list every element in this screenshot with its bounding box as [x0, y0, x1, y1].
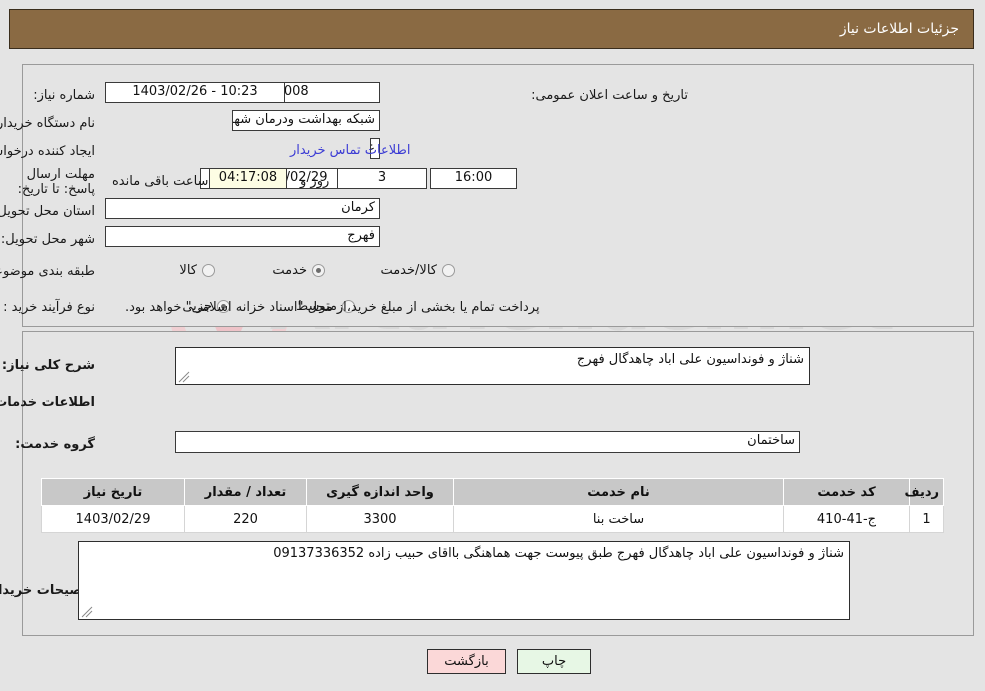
buyer-notes-value: شناژ و فونداسیون علی اباد چاهدگال فهرج ط…: [273, 546, 844, 561]
td-quantity: 220: [184, 505, 307, 533]
announce-datetime-value: 1403/02/26 - 10:23: [105, 82, 285, 103]
countdown-label: ساعت باقی مانده: [112, 174, 209, 189]
buyer-org-label: نام دستگاه خریدار:: [0, 116, 95, 131]
back-button[interactable]: بازگشت: [427, 649, 506, 674]
remaining-days-label: روز و: [300, 174, 330, 189]
td-unit: 3300: [306, 505, 454, 533]
general-desc-value: شناژ و فونداسیون علی اباد چاهدگال فهرج: [576, 352, 804, 367]
td-date: 1403/02/29: [41, 505, 185, 533]
resize-grip-icon[interactable]: [178, 371, 190, 383]
buyer-notes-textarea[interactable]: شناژ و فونداسیون علی اباد چاهدگال فهرج ط…: [78, 541, 850, 620]
resize-grip-icon-notes[interactable]: [81, 606, 93, 618]
city-value: فهرج: [105, 226, 380, 247]
general-desc-textarea[interactable]: شناژ و فونداسیون علی اباد چاهدگال فهرج: [175, 347, 810, 385]
need-summary-panel: [22, 64, 974, 327]
page-header: جزئیات اطلاعات نیاز: [9, 9, 974, 49]
table-header-row: ردیف کد خدمت نام خدمت واحد اندازه گیری ت…: [41, 478, 944, 506]
td-code: ج-41-410: [783, 505, 910, 533]
td-row: 1: [909, 505, 944, 533]
radio-dot-kala[interactable]: [202, 264, 215, 277]
service-group-value: ساختمان: [175, 431, 800, 453]
announce-datetime-label: تاریخ و ساعت اعلان عمومی:: [531, 88, 688, 103]
page-title: جزئیات اطلاعات نیاز: [839, 21, 959, 37]
radio-category-khedmat[interactable]: خدمت: [272, 263, 325, 278]
th-code: کد خدمت: [783, 478, 910, 506]
service-group-label: گروه خدمت:: [15, 437, 95, 452]
deadline-label: مهلت ارسال پاسخ: تا تاریخ:: [17, 167, 95, 197]
services-heading: اطلاعات خدمات مورد نیاز: [0, 395, 95, 410]
radio-label-khedmat: خدمت: [272, 263, 307, 278]
service-items-table-wrap: ردیف کد خدمت نام خدمت واحد اندازه گیری ت…: [41, 478, 944, 533]
general-desc-label: شرح کلی نیاز:: [1, 358, 95, 373]
th-name: نام خدمت: [453, 478, 784, 506]
province-value: کرمان: [105, 198, 380, 219]
th-date: تاریخ نیاز: [41, 478, 185, 506]
th-row: ردیف: [904, 478, 944, 506]
remaining-days-value: 3: [337, 168, 427, 189]
td-name: ساخت بنا: [453, 505, 784, 533]
need-details-page: ArtaTender.net جزئیات اطلاعات نیاز شماره…: [0, 0, 985, 691]
radio-category-kala-khedmat[interactable]: کالا/خدمت: [380, 263, 455, 278]
payment-note: پرداخت تمام یا بخشی از مبلغ خرید،از محل …: [125, 300, 540, 315]
th-quantity: تعداد / مقدار: [184, 478, 307, 506]
th-unit: واحد اندازه گیری: [306, 478, 454, 506]
requester-label: ایجاد کننده درخواست:: [0, 144, 95, 159]
process-label: نوع فرآیند خرید :: [3, 300, 95, 315]
radio-category-kala[interactable]: کالا: [179, 263, 215, 278]
service-items-table: ردیف کد خدمت نام خدمت واحد اندازه گیری ت…: [41, 478, 944, 533]
category-label: طبقه بندی موضوعی:: [0, 264, 95, 279]
radio-label-kala-khedmat: کالا/خدمت: [380, 263, 437, 278]
buyer-org-value: شبکه بهداشت ودرمان شهرستان فهرج: [232, 110, 380, 131]
radio-label-kala: کالا: [179, 263, 197, 278]
city-label: شهر محل تحویل:: [0, 232, 95, 247]
table-row: 1 ج-41-410 ساخت بنا 3300 220 1403/02/29: [41, 505, 944, 533]
radio-dot-khedmat[interactable]: [312, 264, 325, 277]
province-label: استان محل تحویل:: [0, 204, 95, 219]
deadline-time-value: 16:00: [430, 168, 517, 189]
print-button[interactable]: چاپ: [517, 649, 591, 674]
need-number-label: شماره نیاز:: [33, 88, 95, 103]
buyer-contact-link[interactable]: اطلاعات تماس خریدار: [290, 143, 410, 158]
radio-dot-kala-khedmat[interactable]: [442, 264, 455, 277]
countdown-timer-value: 04:17:08: [209, 168, 287, 189]
